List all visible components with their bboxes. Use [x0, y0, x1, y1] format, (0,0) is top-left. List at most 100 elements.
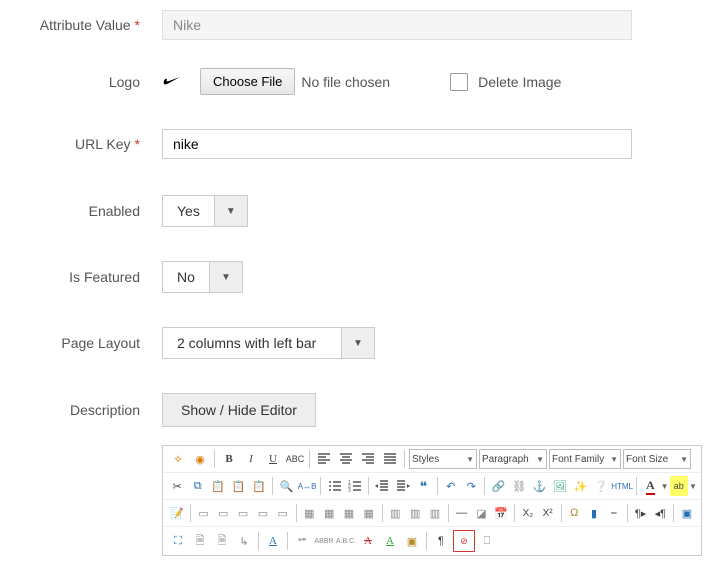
variable-icon[interactable]: ◉	[190, 449, 210, 469]
separator	[320, 477, 321, 495]
label-is-featured: Is Featured	[20, 269, 148, 285]
layer-above-icon[interactable]: ▭	[214, 503, 232, 523]
url-key-input[interactable]	[162, 129, 632, 159]
paragraph-dropdown[interactable]: Paragraph▼	[479, 449, 547, 469]
link-icon[interactable]: 🔗	[489, 476, 507, 496]
bullet-list-icon[interactable]	[325, 476, 343, 496]
abbr-icon[interactable]: ABBR	[314, 531, 334, 551]
font-family-dropdown[interactable]: Font Family▼	[549, 449, 621, 469]
indent-icon[interactable]	[394, 476, 412, 496]
separator	[287, 532, 288, 550]
separator	[382, 504, 383, 522]
nonbreaking-icon[interactable]: ⊘	[453, 530, 475, 552]
paste-text-icon[interactable]: 📋	[229, 476, 247, 496]
cite-icon[interactable]: ❝❞	[292, 531, 312, 551]
number-list-icon[interactable]: 123	[346, 476, 364, 496]
select-all-icon[interactable]: ⛶	[168, 531, 188, 551]
strikethrough-icon[interactable]: ABC	[285, 449, 305, 469]
redo-icon[interactable]: ↷	[462, 476, 480, 496]
layer-below-icon[interactable]: ▭	[234, 503, 252, 523]
visualchars-icon[interactable]: ¶	[431, 531, 451, 551]
layer-back-icon[interactable]: ▭	[274, 503, 292, 523]
delete-image-wrap: Delete Image	[450, 73, 561, 91]
date-icon[interactable]: 📅	[492, 503, 510, 523]
choose-file-button[interactable]: Choose File	[200, 68, 295, 95]
table-row-after-icon[interactable]: ▦	[340, 503, 358, 523]
cleanup-icon[interactable]: ✨	[571, 476, 589, 496]
italic-icon[interactable]: I	[241, 449, 261, 469]
template-icon[interactable]: 🗎	[190, 531, 210, 551]
table-icon[interactable]: ▦	[300, 503, 318, 523]
hr-icon[interactable]: —	[453, 503, 471, 523]
separator	[258, 532, 259, 550]
table-col-after-icon[interactable]: ▥	[406, 503, 424, 523]
paste-word-icon[interactable]: 📋	[250, 476, 268, 496]
rtl-icon[interactable]: ◂¶	[651, 503, 669, 523]
pagebreak-icon[interactable]: ⎯	[605, 503, 623, 523]
find-icon[interactable]: 🔍	[277, 476, 295, 496]
field-description: Show / Hide Editor	[148, 393, 691, 427]
undo-icon[interactable]: ↶	[442, 476, 460, 496]
font-size-dropdown[interactable]: Font Size▼	[623, 449, 691, 469]
image-icon[interactable]: 🖼	[551, 476, 569, 496]
attribute-value-input	[162, 10, 632, 40]
superscript-icon[interactable]: X²	[539, 503, 557, 523]
subscript-icon[interactable]: X₂	[519, 503, 537, 523]
copy-icon[interactable]: ⧉	[188, 476, 206, 496]
logo-thumbnail-icon	[162, 73, 182, 91]
media-icon[interactable]: ▮	[585, 503, 603, 523]
underline-icon[interactable]: U	[263, 449, 283, 469]
chevron-down-icon[interactable]: ▼	[689, 482, 697, 491]
svg-text:3: 3	[348, 488, 351, 493]
bold-icon[interactable]: B	[219, 449, 239, 469]
paste-plain-icon[interactable]: 🗎	[212, 531, 232, 551]
remove-format-icon[interactable]: ◪	[473, 503, 491, 523]
toolbar-row-2: ✂ ⧉ 📋 📋 📋 🔍 A↔B 123 ❝ ↶ ↷ 🔗 ⛓ ⚓ 🖼 ✨ ❔ HT…	[163, 473, 701, 500]
help-icon[interactable]: ❔	[592, 476, 610, 496]
ltr-icon[interactable]: ¶▸	[632, 503, 650, 523]
layer-icon[interactable]: ▭	[195, 503, 213, 523]
ins-icon[interactable]: A	[380, 531, 400, 551]
table-row-before-icon[interactable]: ▦	[320, 503, 338, 523]
table-delete-col-icon[interactable]: ▥	[426, 503, 444, 523]
align-justify-icon[interactable]	[380, 449, 400, 469]
unlink-icon[interactable]: ⛓	[510, 476, 528, 496]
align-center-icon[interactable]	[336, 449, 356, 469]
paste-icon[interactable]: 📋	[209, 476, 227, 496]
delete-image-checkbox[interactable]	[450, 73, 468, 91]
special-char-icon[interactable]: Ω	[565, 503, 583, 523]
outdent-icon[interactable]	[373, 476, 391, 496]
layer-forward-icon[interactable]: ▭	[254, 503, 272, 523]
html-source-button[interactable]: HTML	[612, 476, 632, 496]
separator	[214, 450, 215, 468]
table-delete-row-icon[interactable]: ▦	[360, 503, 378, 523]
label-url-key: URL Key*	[20, 136, 148, 152]
widget-icon[interactable]: ⟡	[168, 449, 188, 469]
new-document-icon[interactable]: 📝	[168, 503, 186, 523]
background-color-icon[interactable]: ab	[670, 476, 688, 496]
page-layout-select[interactable]: 2 columns with left bar ▼	[162, 327, 375, 359]
table-col-before-icon[interactable]: ▥	[386, 503, 404, 523]
align-right-icon[interactable]	[358, 449, 378, 469]
is-featured-select[interactable]: No ▼	[162, 261, 243, 293]
chevron-down-icon: ▼	[536, 455, 544, 464]
fullscreen-icon[interactable]: ▣	[678, 503, 696, 523]
blockformat-icon[interactable]: ⎕	[477, 531, 497, 551]
attribs-icon[interactable]: ▣	[402, 531, 422, 551]
chevron-down-icon[interactable]: ▼	[661, 482, 669, 491]
styles-dropdown[interactable]: Styles▼	[409, 449, 477, 469]
style-letter-icon[interactable]: A	[263, 531, 283, 551]
del-icon[interactable]: A	[358, 531, 378, 551]
cut-icon[interactable]: ✂	[168, 476, 186, 496]
enabled-select[interactable]: Yes ▼	[162, 195, 248, 227]
anchor-icon[interactable]: ⚓	[530, 476, 548, 496]
wysiwyg-editor: ⟡ ◉ B I U ABC Styles▼ Paragraph▼ Font Fa…	[162, 445, 702, 556]
replace-icon[interactable]: A↔B	[298, 476, 317, 496]
align-left-icon[interactable]	[314, 449, 334, 469]
text-color-icon[interactable]: A	[641, 476, 659, 496]
separator	[404, 450, 405, 468]
acronym-icon[interactable]: A.B.C.	[336, 531, 356, 551]
insert-layer-icon[interactable]: ↳	[234, 531, 254, 551]
blockquote-icon[interactable]: ❝	[414, 476, 432, 496]
show-hide-editor-button[interactable]: Show / Hide Editor	[162, 393, 316, 427]
